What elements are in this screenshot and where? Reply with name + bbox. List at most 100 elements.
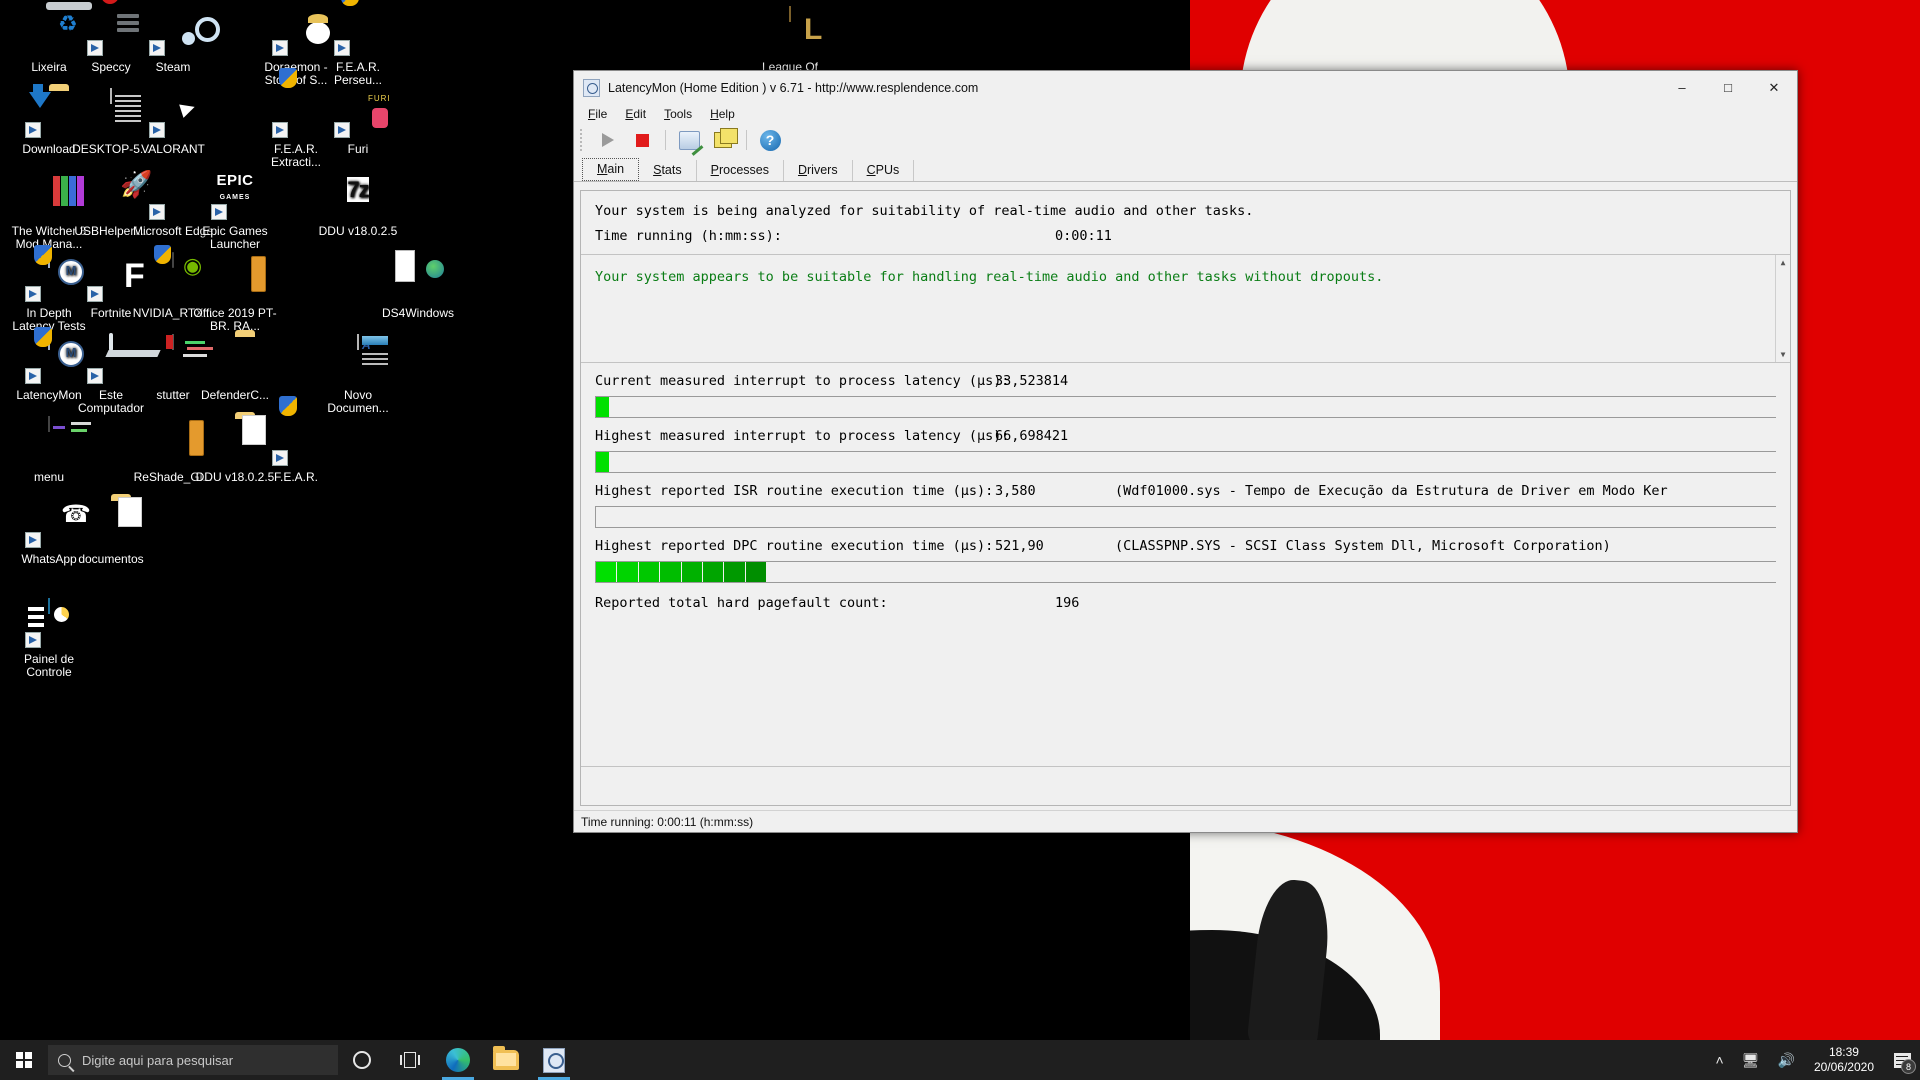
- desktop-icon-fear[interactable]: F.E.A.R.: [253, 396, 339, 484]
- clock[interactable]: 18:39 20/06/2020: [1804, 1045, 1884, 1075]
- bar-segment: [660, 562, 682, 582]
- tab-main[interactable]: Main: [582, 158, 640, 181]
- tab-cpus[interactable]: CPUs: [853, 160, 915, 181]
- scroll-up-arrow[interactable]: ▲: [1776, 255, 1790, 270]
- menu-image-icon: [25, 416, 91, 466]
- menu-item-file[interactable]: File: [580, 106, 615, 122]
- desktop-icon-ds4windows-folder[interactable]: DS4Windows: [375, 250, 461, 320]
- shortcut-overlay-icon: [272, 122, 288, 138]
- taskbar-search-input[interactable]: Digite aqui para pesquisar: [48, 1045, 338, 1075]
- window-titlebar[interactable]: LatencyMon (Home Edition ) v 6.71 - http…: [574, 71, 1797, 104]
- desktop-icon-7zip-archive[interactable]: 7z DDU v18.0.2.5: [315, 172, 401, 238]
- winrar-archive-icon: [211, 254, 259, 302]
- desktop-icon-menu-image[interactable]: menu: [6, 416, 92, 484]
- start-monitoring-button[interactable]: [594, 127, 622, 153]
- desktop-icon-label: Painel de Controle: [23, 652, 75, 679]
- desktop-icon-label: Novo Documen...: [327, 388, 389, 415]
- metrics-list: Current measured interrupt to process la…: [581, 363, 1790, 583]
- taskbar[interactable]: Digite aqui para pesquisar ˄ 🖥 🔊 18:39 2…: [0, 1040, 1920, 1080]
- metric-label: Current measured interrupt to process la…: [595, 373, 1010, 389]
- volume-icon[interactable]: 🔊: [1769, 1052, 1804, 1069]
- reshade-archive-icon: [149, 418, 197, 466]
- help-button[interactable]: ?: [756, 127, 784, 153]
- system-tray[interactable]: ˄ 🖥 🔊 18:39 20/06/2020 8: [1707, 1040, 1920, 1080]
- tab-drivers[interactable]: Drivers: [784, 160, 853, 181]
- tab-bar[interactable]: Main Stats Processes Drivers CPUs: [574, 156, 1797, 182]
- shortcut-overlay-icon: [334, 40, 350, 56]
- copy-button[interactable]: [709, 127, 738, 153]
- desktop-icon-documentos-folder[interactable]: documentos: [68, 497, 154, 566]
- desktop-icon-defender-folder[interactable]: DefenderC...: [192, 336, 278, 402]
- documentos-folder-icon: [87, 497, 142, 548]
- ds4windows-folder-icon: [394, 250, 444, 302]
- analysis-header-pane: Your system is being analyzed for suitab…: [581, 191, 1790, 255]
- menu-item-tools[interactable]: Tools: [656, 106, 700, 122]
- tab-processes[interactable]: Processes: [697, 160, 784, 181]
- toolbar-separator: [746, 130, 747, 150]
- metric-highest-dpc-execution-time: Highest reported DPC routine execution t…: [581, 528, 1790, 583]
- shortcut-overlay-icon: [87, 368, 103, 384]
- report-button[interactable]: [675, 127, 703, 153]
- shortcut-overlay-icon: [25, 532, 41, 548]
- cortana-button[interactable]: [338, 1040, 386, 1080]
- clock-date: 20/06/2020: [1813, 1060, 1874, 1074]
- scroll-down-arrow[interactable]: ▼: [1776, 347, 1790, 362]
- desktop-icon-furi[interactable]: Furi: [315, 90, 401, 156]
- clock-time: 18:39: [1828, 1045, 1859, 1059]
- maximize-button[interactable]: □: [1705, 71, 1751, 104]
- 7zip-archive-icon: 7z: [347, 177, 370, 202]
- tab-label: rivers: [807, 163, 838, 177]
- desktop-icon-league-of-legends[interactable]: League Of: [747, 6, 833, 74]
- tab-accel: C: [866, 163, 876, 177]
- latencymon-window[interactable]: LatencyMon (Home Edition ) v 6.71 - http…: [573, 70, 1798, 833]
- desktop-icon-valorant[interactable]: VALORANT: [130, 90, 216, 156]
- verdict-scrollbar[interactable]: ▲ ▼: [1775, 255, 1790, 362]
- metric-header: Highest reported ISR routine execution t…: [595, 483, 1776, 499]
- pagefault-value: 196: [1055, 595, 1080, 611]
- verdict-pane: Your system appears to be suitable for h…: [581, 255, 1790, 363]
- tab-label: tats: [661, 163, 682, 177]
- task-view-button[interactable]: [386, 1040, 434, 1080]
- recycle-bin-icon: [25, 8, 73, 56]
- tab-stats[interactable]: Stats: [639, 160, 697, 181]
- desktop-icon-steam[interactable]: Steam: [130, 8, 216, 74]
- desktop-icon-epic-games-launcher[interactable]: EPIC GAMES Epic Games Launcher: [192, 165, 278, 251]
- nvidia-rtx-icon: [149, 245, 197, 302]
- stutter-image-icon: [149, 334, 213, 384]
- pagefault-row: Reported total hard pagefault count: 196: [581, 583, 1790, 611]
- taskbar-app-latencymon[interactable]: [530, 1040, 578, 1080]
- verdict-text: Your system appears to be suitable for h…: [595, 269, 1384, 285]
- stop-monitoring-button[interactable]: [628, 127, 656, 153]
- shortcut-overlay-icon: [272, 40, 288, 56]
- menu-bar[interactable]: File Edit Tools Help: [574, 104, 1797, 124]
- copy-icon: [714, 128, 738, 148]
- desktop-icon-label: F.E.A.R. Perseu...: [333, 60, 383, 87]
- desktop-icon-control-panel[interactable]: Painel de Controle: [6, 598, 92, 679]
- desktop-icon-new-document[interactable]: A Novo Documen...: [315, 334, 401, 415]
- menu-item-help[interactable]: Help: [702, 106, 743, 122]
- network-icon[interactable]: 🖥: [1733, 1052, 1769, 1069]
- time-running-label: Time running (h:mm:ss):: [595, 228, 782, 244]
- toolbar-grip[interactable]: [580, 129, 584, 151]
- start-button[interactable]: [0, 1040, 48, 1080]
- show-hidden-icons-button[interactable]: ˄: [1707, 1052, 1733, 1068]
- shortcut-overlay-icon: [334, 122, 350, 138]
- taskbar-app-explorer[interactable]: [482, 1040, 530, 1080]
- taskbar-app-edge[interactable]: [434, 1040, 482, 1080]
- window-controls: – □ ✕: [1659, 71, 1797, 104]
- toolbar[interactable]: ?: [574, 124, 1797, 156]
- search-placeholder: Digite aqui para pesquisar: [82, 1052, 234, 1068]
- notifications-button[interactable]: 8: [1884, 1040, 1920, 1080]
- task-view-icon: [400, 1052, 420, 1068]
- play-icon: [602, 133, 614, 147]
- menu-item-edit[interactable]: Edit: [617, 106, 654, 122]
- desktop-icon-fear-perseus[interactable]: F.E.A.R. Perseu...: [315, 0, 401, 87]
- close-button[interactable]: ✕: [1751, 71, 1797, 104]
- bar-segment: [745, 562, 767, 582]
- desktop-icon-label: Epic Games Launcher: [202, 224, 268, 251]
- shortcut-overlay-icon: [149, 40, 165, 56]
- text-document-icon: [87, 88, 141, 138]
- minimize-button[interactable]: –: [1659, 71, 1705, 104]
- shortcut-overlay-icon: [25, 368, 41, 384]
- desktop-icon-winrar-archive[interactable]: Office 2019 PT-BR. RA...: [192, 254, 278, 333]
